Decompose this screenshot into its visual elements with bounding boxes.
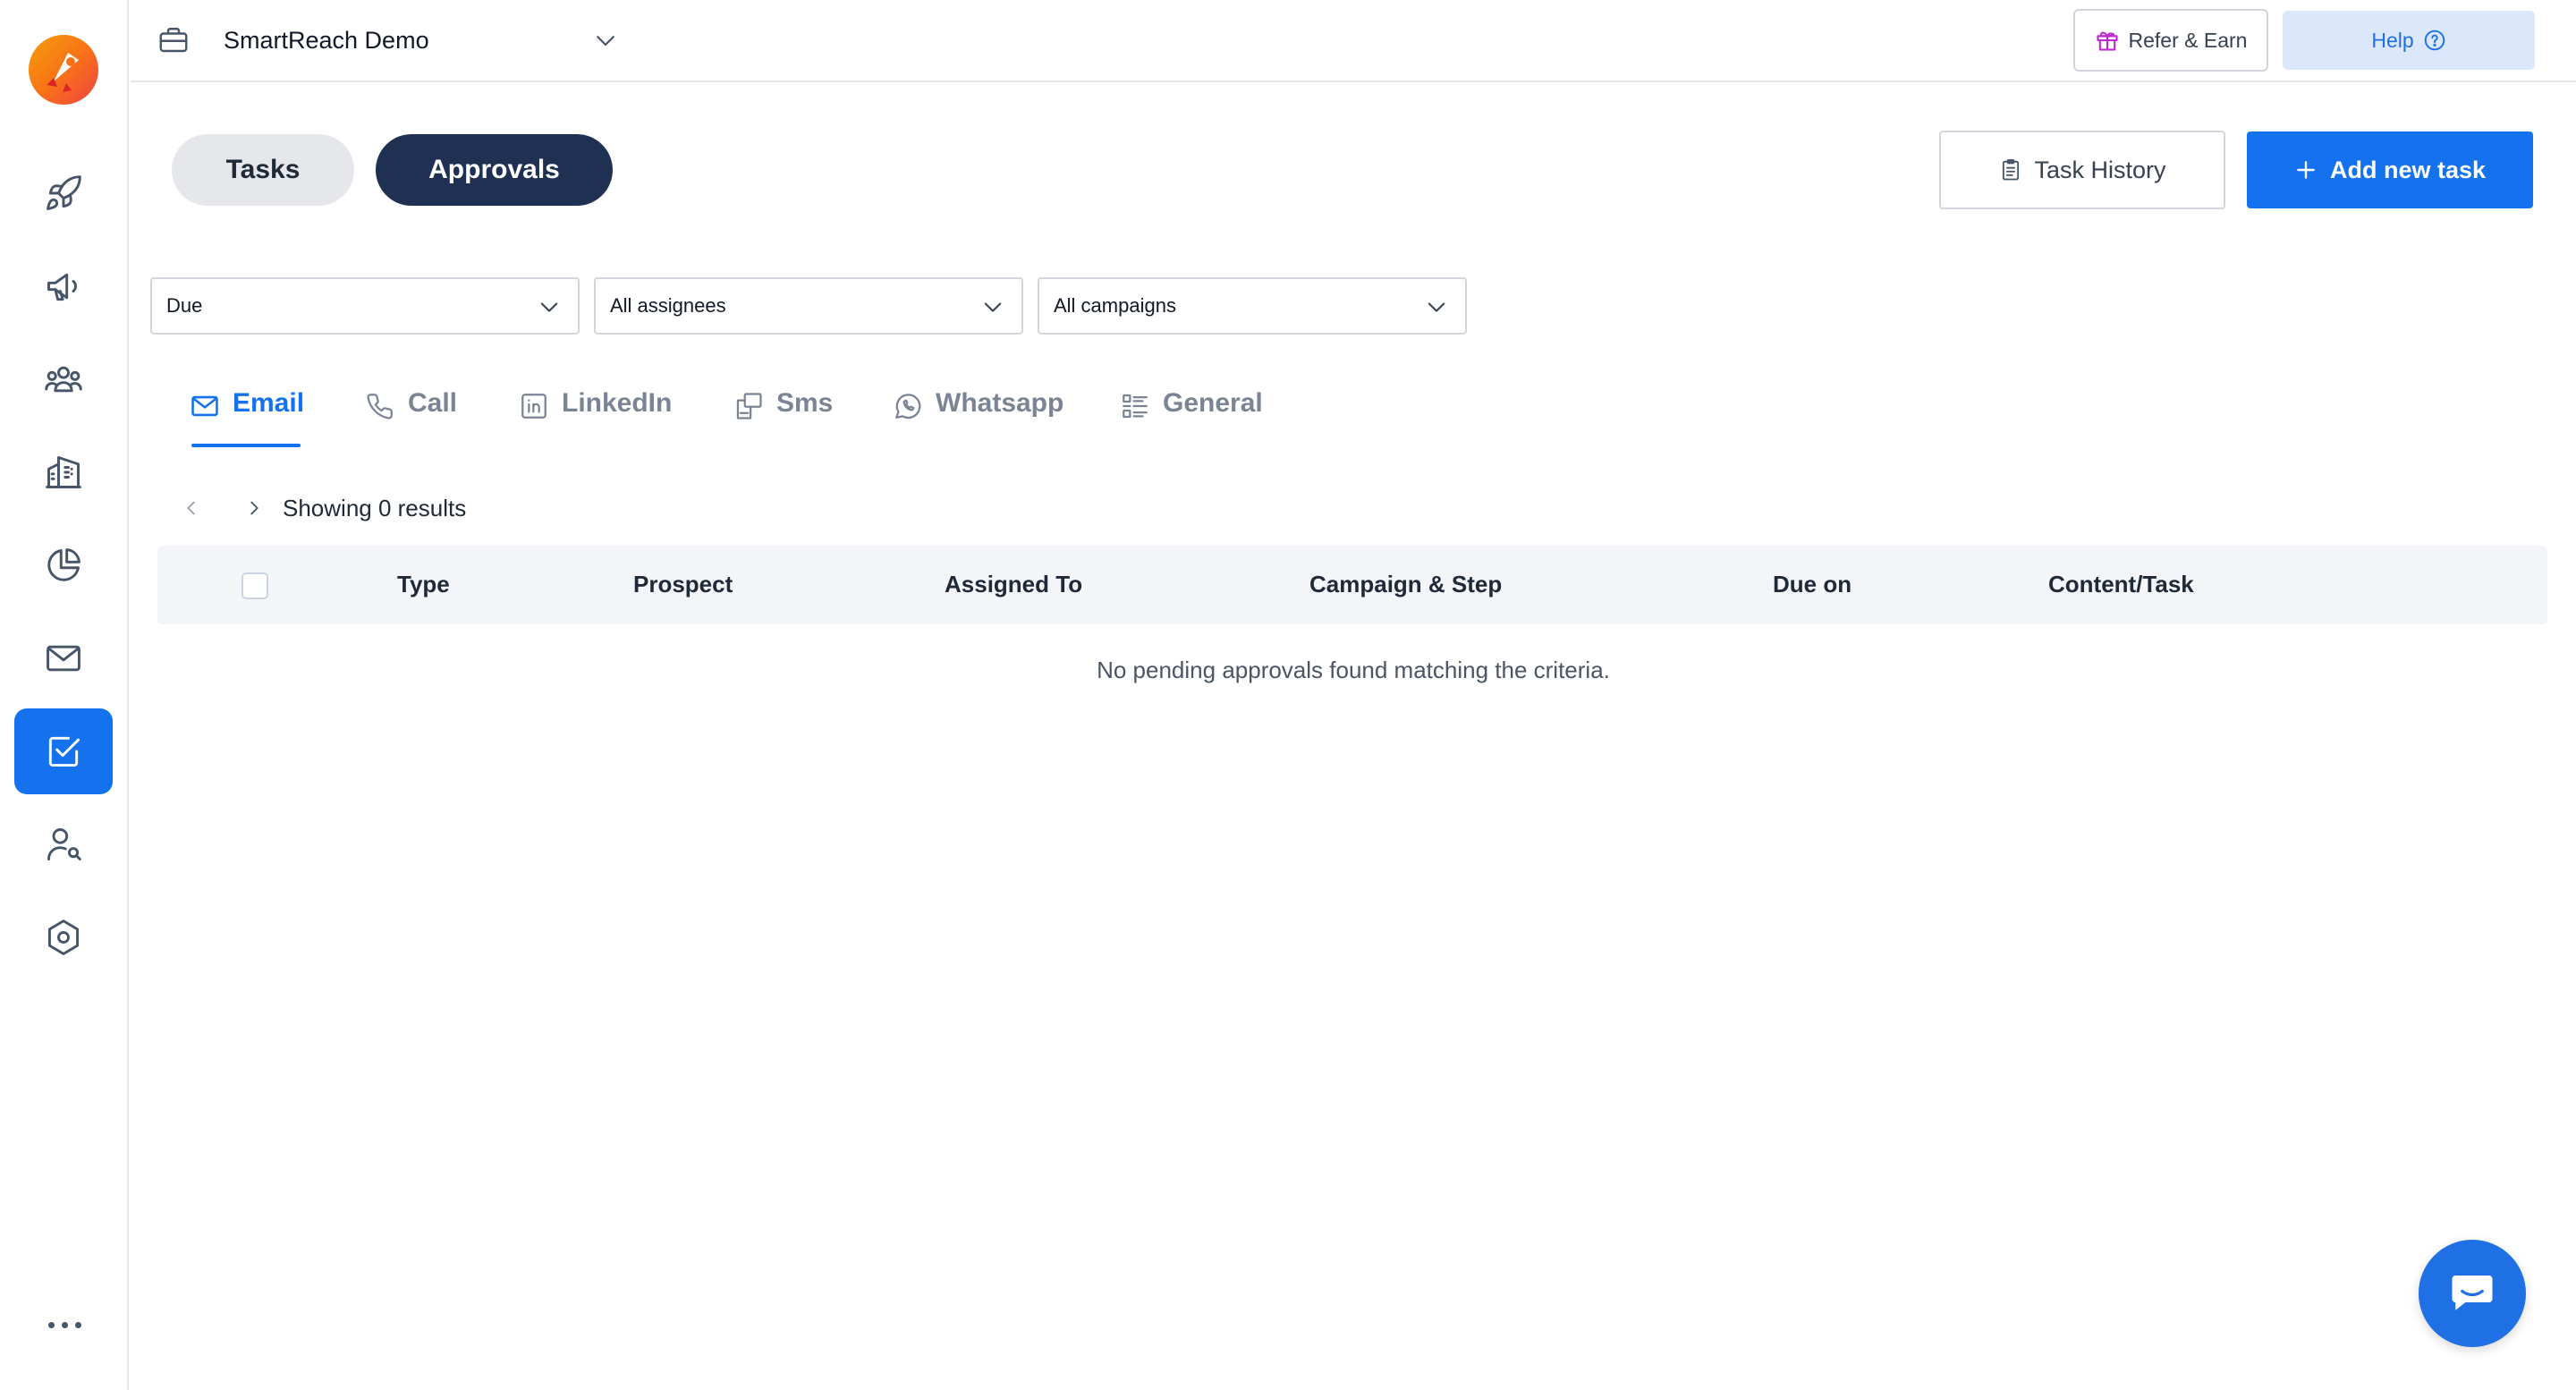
phone-icon: [367, 394, 393, 420]
column-header-prospect[interactable]: Prospect: [633, 571, 733, 598]
next-page-button[interactable]: [238, 492, 270, 524]
nav-tasks[interactable]: [14, 708, 113, 794]
nav-accounts[interactable]: [14, 429, 113, 515]
chat-support-button[interactable]: [2419, 1240, 2526, 1347]
refer-earn-label: Refer & Earn: [2128, 28, 2248, 52]
due-filter-value: Due: [166, 294, 203, 317]
linkedin-icon: [521, 394, 547, 419]
nav-reports[interactable]: [14, 522, 113, 608]
megaphone-icon: [47, 273, 77, 301]
tab-sms-label: Sms: [776, 388, 834, 418]
results-count: Showing 0 results: [283, 494, 467, 521]
chevron-right-icon: [250, 501, 258, 515]
user-search-icon: [47, 828, 81, 860]
tab-email-label: Email: [233, 388, 305, 418]
nav-rocket[interactable]: [14, 150, 113, 236]
app-logo[interactable]: [27, 33, 100, 106]
more-dot: [47, 1321, 55, 1328]
approvals-table-header: Type Prospect Assigned To Campaign & Ste…: [157, 546, 2547, 624]
column-header-type[interactable]: Type: [397, 571, 450, 598]
column-header-assigned-to[interactable]: Assigned To: [945, 571, 1082, 598]
column-header-due-on[interactable]: Due on: [1773, 571, 1852, 598]
briefcase-icon: [159, 28, 188, 53]
chevron-down-icon[interactable]: [592, 27, 619, 54]
tab-whatsapp-label: Whatsapp: [936, 388, 1064, 418]
tasks-icon: [48, 736, 80, 767]
campaign-filter-value: All campaigns: [1054, 294, 1176, 317]
app-root: SmartReach Demo Refer & Earn Help Tasks …: [0, 0, 2576, 1390]
tab-linkedin[interactable]: LinkedIn: [519, 385, 672, 447]
due-filter-select[interactable]: Due: [150, 277, 580, 335]
help-circle-icon: [2424, 30, 2445, 51]
tab-call[interactable]: Call: [365, 385, 457, 447]
workspace-name[interactable]: SmartReach Demo: [224, 27, 429, 55]
building-icon: [46, 456, 81, 488]
assignee-filter-value: All assignees: [610, 294, 726, 317]
top-header: SmartReach Demo Refer & Earn Help: [131, 0, 2576, 82]
sidebar: [0, 0, 129, 1390]
tab-general[interactable]: General: [1120, 385, 1263, 447]
tasks-toggle[interactable]: Tasks: [172, 134, 354, 206]
nav-prospect-search[interactable]: [14, 801, 113, 887]
chat-bubble-icon: [2452, 1276, 2493, 1310]
clipboard-icon: [2003, 158, 2020, 181]
chevron-down-icon: [540, 302, 558, 312]
tab-whatsapp[interactable]: Whatsapp: [893, 385, 1063, 447]
rocket-icon: [47, 175, 81, 210]
add-new-task-label: Add new task: [2329, 156, 2487, 183]
more-dot: [61, 1321, 68, 1328]
pie-chart-icon: [47, 548, 80, 581]
chevron-down-icon: [1428, 302, 1445, 312]
refer-earn-button[interactable]: Refer & Earn: [2073, 9, 2268, 72]
empty-state-message: No pending approvals found matching the …: [1097, 657, 1610, 683]
sms-icon: [736, 393, 762, 420]
column-header-campaign-step[interactable]: Campaign & Step: [1309, 571, 1502, 598]
assignee-filter-select[interactable]: All assignees: [594, 277, 1023, 335]
column-header-content-task[interactable]: Content/Task: [2048, 571, 2194, 598]
people-icon: [45, 366, 82, 393]
add-new-task-button[interactable]: Add new task: [2247, 131, 2533, 208]
help-label: Help: [2371, 28, 2414, 52]
chevron-down-icon: [984, 302, 1002, 312]
chevron-left-icon: [187, 501, 195, 515]
nav-prospects[interactable]: [14, 336, 113, 422]
nav-campaigns[interactable]: [14, 243, 113, 329]
more-dot: [74, 1321, 81, 1328]
prev-page-button[interactable]: [175, 492, 208, 524]
tab-email[interactable]: Email: [190, 385, 304, 447]
nav-settings[interactable]: [14, 894, 113, 980]
approvals-toggle[interactable]: Approvals: [376, 134, 613, 206]
plus-icon: [2297, 161, 2315, 179]
gift-icon: [2096, 31, 2118, 51]
whatsapp-icon: [895, 394, 921, 420]
list-icon: [1123, 394, 1148, 419]
task-history-label: Task History: [2034, 156, 2166, 183]
mail-icon: [191, 395, 218, 417]
pagination: Showing 0 results: [175, 490, 466, 526]
help-button[interactable]: Help: [2283, 11, 2535, 70]
task-history-button[interactable]: Task History: [1939, 131, 2225, 209]
settings-hexagon-icon: [47, 920, 80, 955]
tab-general-label: General: [1163, 388, 1263, 418]
tab-call-label: Call: [408, 388, 458, 418]
tab-linkedin-label: LinkedIn: [562, 388, 673, 418]
more-menu[interactable]: [36, 1311, 93, 1338]
select-all-checkbox[interactable]: [242, 572, 268, 599]
tab-sms[interactable]: Sms: [733, 385, 833, 447]
campaign-filter-select[interactable]: All campaigns: [1038, 277, 1467, 335]
